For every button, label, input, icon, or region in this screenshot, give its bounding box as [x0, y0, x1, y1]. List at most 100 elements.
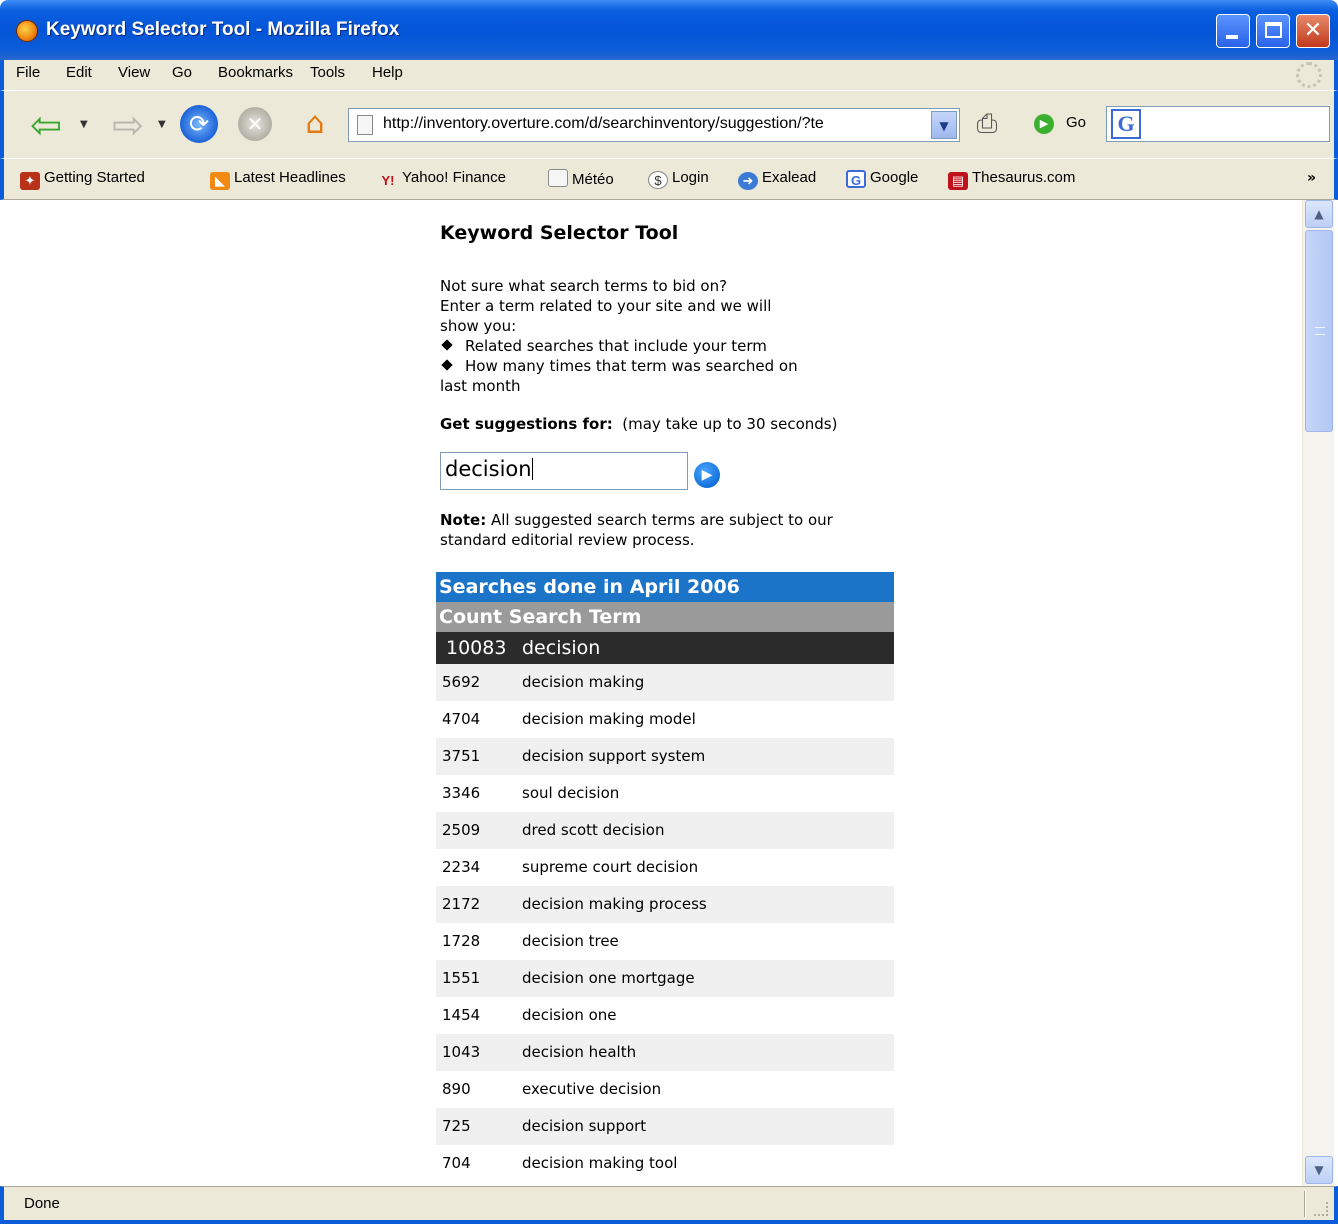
row-term[interactable]: supreme court decision [522, 849, 698, 886]
results-column-headers: Count Search Term [436, 602, 894, 632]
rss-icon: ◣ [210, 172, 230, 190]
row-term[interactable]: decision support system [522, 738, 705, 775]
table-row[interactable]: 2509 dred scott decision [436, 812, 894, 849]
close-icon: ✕ [1303, 18, 1323, 43]
scroll-up-arrow-icon[interactable]: ▲ [1305, 200, 1333, 228]
intro-text: Not sure what search terms to bid on? En… [440, 276, 892, 336]
bookmark-yahoo-finance[interactable]: Y! Yahoo! Finance [378, 169, 506, 190]
table-row[interactable]: 725 decision support [436, 1108, 894, 1145]
menu-file[interactable]: File [16, 64, 40, 81]
bookmark-exalead[interactable]: ➜ Exalead [738, 169, 816, 190]
text-caret [531, 458, 533, 480]
menu-go[interactable]: Go [172, 64, 192, 81]
row-term[interactable]: decision tree [522, 923, 619, 960]
bookmark-google[interactable]: G Google [846, 169, 918, 188]
row-term[interactable]: decision support [522, 1108, 646, 1145]
results-header: Searches done in April 2006 [436, 572, 894, 602]
table-row[interactable]: 704 decision making tool [436, 1145, 894, 1182]
row-count: 3346 [442, 784, 481, 802]
search-input[interactable]: G [1106, 106, 1330, 142]
table-row[interactable]: 2172 decision making process [436, 886, 894, 923]
column-count: Count [439, 606, 503, 628]
table-row[interactable]: 1551 decision one mortgage [436, 960, 894, 997]
row-term[interactable]: decision health [522, 1034, 636, 1071]
resize-grip-icon[interactable] [1314, 1202, 1328, 1216]
forward-arrow-icon[interactable]: ⇨ [108, 106, 148, 144]
title-bar: Keyword Selector Tool - Mozilla Firefox … [0, 0, 1338, 60]
main-term: decision [522, 637, 601, 659]
table-row[interactable]: 2234 supreme court decision [436, 849, 894, 886]
note-text: Note: All suggested search terms are sub… [440, 511, 833, 549]
url-text[interactable]: http://inventory.overture.com/d/searchin… [383, 115, 933, 133]
row-term[interactable]: executive decision [522, 1071, 661, 1108]
row-term[interactable]: decision making model [522, 701, 696, 738]
row-term[interactable]: dred scott decision [522, 812, 664, 849]
google-search-icon[interactable]: G [1111, 109, 1141, 139]
close-button[interactable]: ✕ [1296, 14, 1330, 48]
url-dropdown-icon[interactable]: ▼ [931, 111, 957, 139]
go-icon[interactable]: ▶ [1034, 114, 1054, 134]
go-button[interactable]: Go [1066, 114, 1086, 131]
table-row[interactable]: 890 executive decision [436, 1071, 894, 1108]
row-term[interactable]: decision making tool [522, 1145, 677, 1182]
bookmark-thesaurus[interactable]: ▤ Thesaurus.com [948, 169, 1075, 190]
menu-view[interactable]: View [118, 64, 150, 81]
yahoo-icon: Y! [381, 173, 395, 188]
row-term[interactable]: decision one mortgage [522, 960, 695, 997]
submit-arrow-button[interactable]: ▶ [694, 462, 720, 488]
row-count: 890 [442, 1080, 471, 1098]
firefox-icon [16, 20, 38, 42]
menu-bookmarks[interactable]: Bookmarks [218, 64, 293, 81]
vertical-scrollbar[interactable]: ▲ ▼ [1302, 200, 1334, 1186]
row-term[interactable]: soul decision [522, 775, 619, 812]
minimize-button[interactable] [1216, 14, 1250, 48]
forward-dropdown-icon[interactable]: ▼ [158, 119, 166, 130]
throbber-icon [1296, 62, 1322, 88]
table-row[interactable]: 4704 decision making model [436, 701, 894, 738]
bookmark-latest-headlines[interactable]: ◣ Latest Headlines [210, 169, 346, 190]
table-row[interactable]: 3346 soul decision [436, 775, 894, 812]
more-bookmarks-chevron-icon[interactable]: » [1307, 170, 1316, 186]
row-count: 704 [442, 1154, 471, 1172]
stop-icon[interactable]: ✕ [238, 107, 272, 141]
row-term[interactable]: decision making process [522, 886, 707, 923]
row-term[interactable]: decision one [522, 997, 617, 1034]
menu-tools[interactable]: Tools [310, 64, 345, 81]
intro-line: Enter a term related to your site and we… [440, 297, 772, 315]
bookmark-login[interactable]: $ Login [648, 169, 709, 189]
menu-help[interactable]: Help [372, 64, 403, 81]
bullet-tail: last month [440, 377, 521, 395]
table-row[interactable]: 1043 decision health [436, 1034, 894, 1071]
row-count: 1454 [442, 1006, 481, 1024]
row-term[interactable]: decision making [522, 664, 644, 701]
printer-icon[interactable]: ⎙ [970, 109, 1004, 139]
firefox-icon: ✦ [20, 172, 40, 190]
table-row[interactable]: 5692 decision making [436, 664, 894, 701]
table-row[interactable]: 1454 decision one [436, 997, 894, 1034]
keyword-input[interactable]: decision [440, 452, 688, 490]
table-row[interactable]: 1728 decision tree [436, 923, 894, 960]
scroll-thumb[interactable] [1305, 230, 1333, 432]
main-count: 10083 [446, 637, 507, 659]
bookmark-getting-started[interactable]: ✦ Getting Started [20, 169, 145, 190]
page-content: Keyword Selector Tool Not sure what sear… [4, 200, 1302, 1186]
bullet-item: How many times that term was searched on [440, 356, 798, 376]
reload-icon[interactable]: ⟳ [180, 105, 218, 143]
bullet-diamond-icon [441, 359, 453, 371]
home-icon[interactable]: ⌂ [296, 105, 334, 143]
bookmark-meteo[interactable]: Météo [548, 169, 614, 188]
bullet-item: Related searches that include your term [440, 336, 767, 356]
bookmarks-toolbar: ✦ Getting Started ◣ Latest Headlines Y! Yah… [0, 158, 1338, 200]
row-count: 1043 [442, 1043, 481, 1061]
back-arrow-icon[interactable]: ⇦ [26, 106, 66, 144]
menu-bar: File Edit View Go Bookmarks Tools Help [0, 60, 1338, 90]
address-bar[interactable]: http://inventory.overture.com/d/searchin… [348, 108, 960, 142]
table-row[interactable]: 3751 decision support system [436, 738, 894, 775]
back-dropdown-icon[interactable]: ▼ [80, 119, 88, 130]
intro-line: show you: [440, 317, 517, 335]
scroll-down-arrow-icon[interactable]: ▼ [1305, 1156, 1333, 1184]
maximize-button[interactable] [1256, 14, 1290, 48]
menu-edit[interactable]: Edit [66, 64, 92, 81]
page-icon [357, 115, 373, 135]
page-icon [548, 169, 568, 187]
